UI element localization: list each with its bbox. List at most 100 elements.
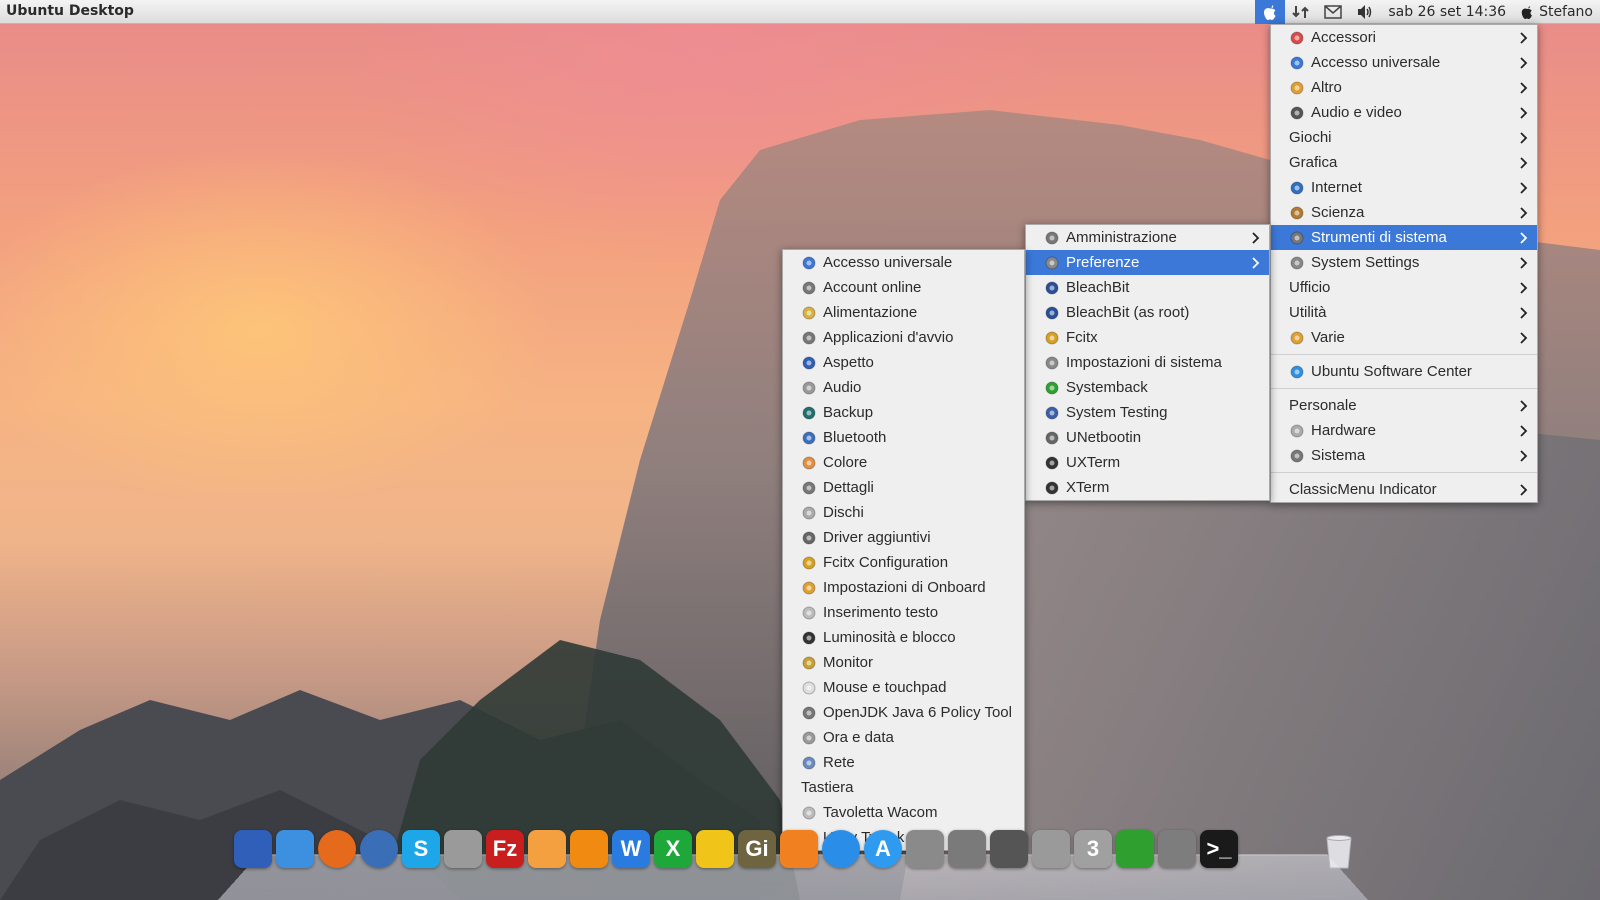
app-store-icon[interactable]: A — [864, 830, 902, 868]
chevron-right-icon — [1519, 175, 1529, 200]
menu-item-strumenti-di-sistema[interactable]: Strumenti di sistema — [1271, 225, 1537, 250]
writer-icon[interactable]: W — [612, 830, 650, 868]
mail-icon[interactable] — [1317, 0, 1349, 24]
menu-item-luminosit-e-blocco[interactable]: Luminosità e blocco — [783, 625, 1024, 650]
show-desktop-icon[interactable] — [234, 830, 272, 868]
appearance-icon — [801, 355, 817, 371]
menu-item-label: Preferenze — [1066, 254, 1140, 271]
calc-icon[interactable]: X — [654, 830, 692, 868]
menu-item-ora-e-data[interactable]: Ora e data — [783, 725, 1024, 750]
menu-item-accessori[interactable]: Accessori — [1271, 25, 1537, 50]
menu-item-utilit[interactable]: Utilità — [1271, 300, 1537, 325]
menu-item-rete[interactable]: Rete — [783, 750, 1024, 775]
menu-item-dettagli[interactable]: Dettagli — [783, 475, 1024, 500]
menu-item-amministrazione[interactable]: Amministrazione — [1026, 225, 1269, 250]
menu-item-bleachbit-as-root[interactable]: BleachBit (as root) — [1026, 300, 1269, 325]
network-icon[interactable] — [1285, 0, 1317, 24]
downloads-icon[interactable] — [906, 830, 944, 868]
finder-icon[interactable] — [276, 830, 314, 868]
menu-item-backup[interactable]: Backup — [783, 400, 1024, 425]
radiation-icon[interactable] — [696, 830, 734, 868]
vlc-icon[interactable] — [570, 830, 608, 868]
menu-item-ubuntu-software-center[interactable]: Ubuntu Software Center — [1271, 359, 1537, 384]
menu-item-aspetto[interactable]: Aspetto — [783, 350, 1024, 375]
menu-item-tastiera[interactable]: Tastiera — [783, 775, 1024, 800]
disk-utility-icon[interactable] — [1158, 830, 1196, 868]
menu-item-preferenze[interactable]: Preferenze — [1026, 250, 1269, 275]
menu-item-inserimento-testo[interactable]: Inserimento testo — [783, 600, 1024, 625]
menu-item-audio[interactable]: Audio — [783, 375, 1024, 400]
user-indicator[interactable]: Stefano — [1513, 0, 1600, 24]
terminal-icon[interactable]: >_ — [1200, 830, 1238, 868]
menu-item-system-testing[interactable]: System Testing — [1026, 400, 1269, 425]
menu-item-uxterm[interactable]: UXTerm — [1026, 450, 1269, 475]
cheese-icon[interactable] — [528, 830, 566, 868]
menu-item-giochi[interactable]: Giochi — [1271, 125, 1537, 150]
menu-item-bleachbit[interactable]: BleachBit — [1026, 275, 1269, 300]
menu-item-grafica[interactable]: Grafica — [1271, 150, 1537, 175]
datetime-indicator[interactable]: sab 26 set 14:36 — [1381, 0, 1513, 24]
volume-icon[interactable] — [1349, 0, 1381, 24]
gimp-icon[interactable]: Gi — [738, 830, 776, 868]
menu-item-unetbootin[interactable]: UNetbootin — [1026, 425, 1269, 450]
menu-item-mouse-e-touchpad[interactable]: Mouse e touchpad — [783, 675, 1024, 700]
menu-item-classicmenu-indicator[interactable]: ClassicMenu Indicator — [1271, 477, 1537, 502]
chevron-right-icon — [1519, 125, 1529, 150]
menu-item-accesso-universale[interactable]: Accesso universale — [1271, 50, 1537, 75]
menu-item-tavoletta-wacom[interactable]: Tavoletta Wacom — [783, 800, 1024, 825]
menu-item-applicazioni-d-avvio[interactable]: Applicazioni d'avvio — [783, 325, 1024, 350]
menu-item-system-settings[interactable]: System Settings — [1271, 250, 1537, 275]
firefox-icon[interactable] — [318, 830, 356, 868]
menu-item-alimentazione[interactable]: Alimentazione — [783, 300, 1024, 325]
menu-item-hardware[interactable]: Hardware — [1271, 418, 1537, 443]
script-editor-icon[interactable]: 3 — [1074, 830, 1112, 868]
menu-item-internet[interactable]: Internet — [1271, 175, 1537, 200]
menu-item-systemback[interactable]: Systemback — [1026, 375, 1269, 400]
trash-icon[interactable] — [1324, 834, 1354, 870]
refresh-green-icon[interactable] — [1116, 830, 1154, 868]
menu-item-label: Fcitx — [1066, 329, 1098, 346]
menu-item-label: Personale — [1289, 397, 1357, 414]
menu-item-scienza[interactable]: Scienza — [1271, 200, 1537, 225]
menu-item-altro[interactable]: Altro — [1271, 75, 1537, 100]
menu-item-driver-aggiuntivi[interactable]: Driver aggiuntivi — [783, 525, 1024, 550]
menu-item-accesso-universale[interactable]: Accesso universale — [783, 250, 1024, 275]
menu-item-dischi[interactable]: Dischi — [783, 500, 1024, 525]
gedit-icon[interactable] — [444, 830, 482, 868]
menu-item-audio-e-video[interactable]: Audio e video — [1271, 100, 1537, 125]
menu-item-bluetooth[interactable]: Bluetooth — [783, 425, 1024, 450]
filezilla-icon[interactable]: Fz — [486, 830, 524, 868]
brightness-lock-icon — [801, 630, 817, 646]
science-icon — [1289, 205, 1305, 221]
menu-item-monitor[interactable]: Monitor — [783, 650, 1024, 675]
menu-item-colore[interactable]: Colore — [783, 450, 1024, 475]
apple-menu-icon[interactable] — [1255, 0, 1286, 24]
menu-item-openjdk-java-6-policy-tool[interactable]: OpenJDK Java 6 Policy Tool — [783, 700, 1024, 725]
menu-item-xterm[interactable]: XTerm — [1026, 475, 1269, 500]
system-preferences-icon[interactable] — [948, 830, 986, 868]
startup-apps-icon — [801, 330, 817, 346]
pen-tool-icon[interactable] — [1032, 830, 1070, 868]
skype-icon[interactable]: S — [402, 830, 440, 868]
thunderbird-icon[interactable] — [360, 830, 398, 868]
sync-icon[interactable] — [822, 830, 860, 868]
menu-item-impostazioni-di-sistema[interactable]: Impostazioni di sistema — [1026, 350, 1269, 375]
menu-item-account-online[interactable]: Account online — [783, 275, 1024, 300]
menu-item-fcitx[interactable]: Fcitx — [1026, 325, 1269, 350]
menu-item-label: Utilità — [1289, 304, 1327, 321]
chevron-right-icon — [1251, 250, 1261, 275]
menu-item-label: Impostazioni di sistema — [1066, 354, 1222, 371]
disks-icon — [801, 505, 817, 521]
chevron-right-icon — [1519, 100, 1529, 125]
blender-icon[interactable] — [780, 830, 818, 868]
menu-item-varie[interactable]: Varie — [1271, 325, 1537, 350]
menu-item-personale[interactable]: Personale — [1271, 393, 1537, 418]
menu-item-sistema[interactable]: Sistema — [1271, 443, 1537, 468]
x11-icon[interactable] — [990, 830, 1028, 868]
menu-item-label: Backup — [823, 404, 874, 421]
menu-item-ufficio[interactable]: Ufficio — [1271, 275, 1537, 300]
admin-icon — [1044, 230, 1060, 246]
unetbootin-icon — [1044, 430, 1060, 446]
menu-item-impostazioni-di-onboard[interactable]: Impostazioni di Onboard — [783, 575, 1024, 600]
menu-item-fcitx-configuration[interactable]: Fcitx Configuration — [783, 550, 1024, 575]
